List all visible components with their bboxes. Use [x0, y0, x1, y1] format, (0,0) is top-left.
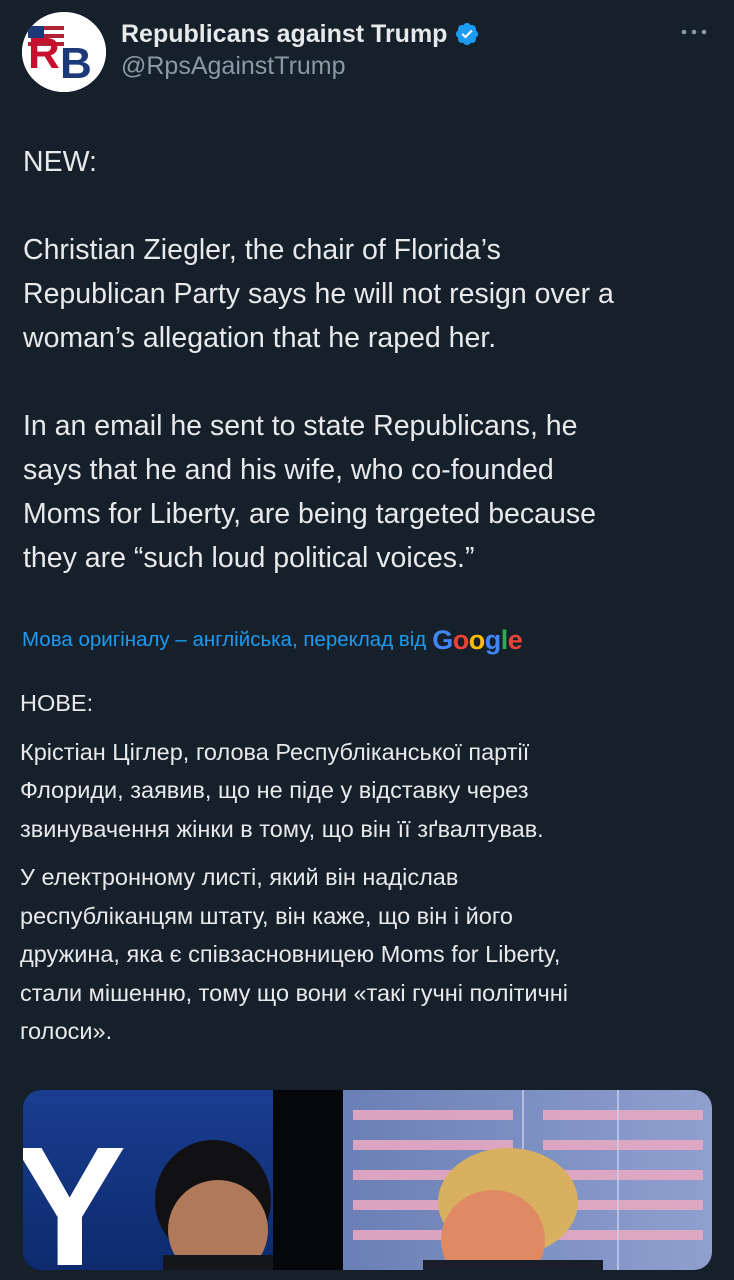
author-avatar[interactable]: R B	[22, 12, 106, 92]
author-display-name[interactable]: Republicans against Trump	[121, 20, 447, 49]
author-handle[interactable]: @RpsAgainstTrump	[121, 52, 346, 81]
google-logo-letter: G	[432, 624, 453, 655]
tweet-line: they are “such loud political voices.”	[23, 542, 475, 574]
tweet-line: Christian Ziegler, the chair of Florida’…	[23, 234, 501, 266]
tweet-line: woman’s allegation that he raped her.	[23, 322, 497, 354]
tweet-paragraph: NEW:	[23, 140, 713, 184]
translation-note-text[interactable]: Мова оригіналу – англійська, переклад ві…	[22, 628, 426, 652]
google-logo-letter: e	[507, 624, 523, 655]
translation-line: звинувачення жінки в тому, що він її зґв…	[20, 815, 544, 842]
translation-line: дружина, яка є співзасновницею Moms for …	[20, 941, 561, 967]
rb-logo-avatar: R B	[22, 12, 106, 92]
verified-badge-icon	[454, 21, 480, 47]
translation-line: голоси».	[20, 1018, 113, 1044]
tweet-line: Moms for Liberty, are being targeted bec…	[23, 498, 596, 530]
tweet-paragraph: Christian Ziegler, the chair of Florida’…	[23, 228, 713, 360]
backdrop-letter: Y	[23, 1112, 126, 1270]
tweet-line: says that he and his wife, who co-founde…	[23, 454, 554, 486]
translation-paragraph: Крістіан Ціглер, голова Республіканської…	[20, 733, 714, 849]
translation-line: стали мішенню, тому що вони «такі гучні …	[20, 979, 568, 1006]
tweet-header: R B Republicans against Trump @RpsAgains…	[22, 12, 712, 96]
tweet-photo[interactable]: Y	[23, 1090, 712, 1270]
translation-line: У електронному листі, який він надіслав	[20, 864, 459, 890]
tweet-line: Republican Party says he will not resign…	[23, 278, 614, 310]
tweet-line: NEW:	[23, 146, 97, 178]
translation-paragraph: У електронному листі, який він надіслав р…	[20, 858, 714, 1051]
tweet-text: NEW: Christian Ziegler, the chair of Flor…	[23, 140, 713, 580]
translation-paragraph: НОВЕ:	[20, 684, 714, 723]
more-options-icon[interactable]	[680, 22, 708, 42]
translation-line: Крістіан Ціглер, голова Республіканської…	[20, 738, 530, 765]
google-logo-letter: o	[452, 624, 470, 655]
translation-note[interactable]: Мова оригіналу – англійська, переклад ві…	[22, 622, 523, 658]
tweet-line: In an email he sent to state Republicans…	[23, 410, 578, 442]
translation-line: Флориди, заявив, що не піде у відставку …	[20, 777, 529, 803]
google-logo: Google	[432, 624, 523, 656]
google-logo-letter: l	[500, 624, 509, 655]
google-logo-letter: o	[468, 624, 486, 655]
author-name-line: Republicans against Trump	[121, 18, 480, 50]
photo-image: Y	[23, 1090, 712, 1270]
translation-line: республіканцям штату, він каже, що він і…	[20, 902, 513, 929]
google-logo-letter: g	[484, 624, 502, 655]
translation-line: НОВЕ:	[20, 690, 94, 716]
tweet-paragraph: In an email he sent to state Republicans…	[23, 404, 713, 580]
translated-text: НОВЕ: Крістіан Ціглер, голова Республікан…	[20, 684, 714, 1061]
avatar-letter-r: R	[28, 29, 60, 78]
avatar-letter-b: B	[60, 39, 92, 88]
